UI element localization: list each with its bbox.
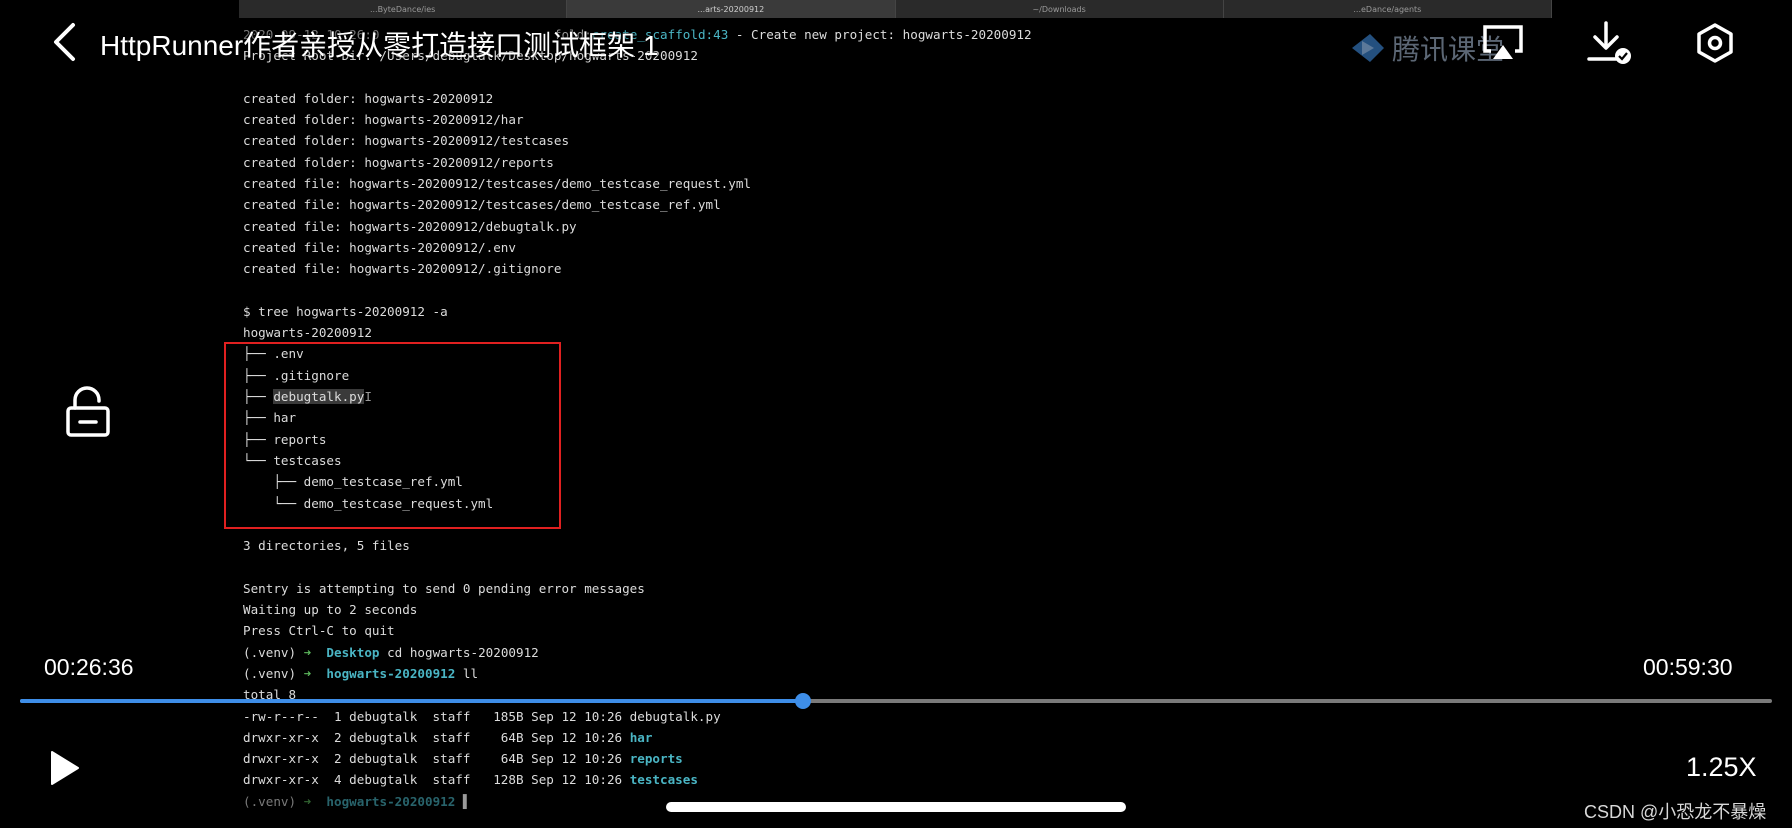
watermark: CSDN @小恐龙不暴燥 — [1584, 802, 1767, 822]
cast-button[interactable] — [1480, 20, 1526, 66]
brand-play-icon — [1352, 34, 1384, 62]
terminal-text: ➜ — [303, 644, 319, 660]
terminal-line: drwxr-xr-x 4 debugtalk staff 128B Sep 12… — [243, 769, 1443, 790]
settings-button[interactable] — [1692, 20, 1738, 66]
terminal-line: (.venv) ➜ Desktop cd hogwarts-20200912 — [243, 642, 1443, 663]
terminal-text: created file: hogwarts-20200912/debugtal… — [243, 218, 577, 234]
download-button[interactable] — [1586, 20, 1632, 66]
terminal-text: ll — [455, 665, 479, 681]
chevron-left-icon — [54, 23, 75, 61]
terminal-line: (.venv) ➜ hogwarts-20200912 ll — [243, 663, 1443, 684]
terminal-text: cd hogwarts-20200912 — [379, 644, 539, 660]
terminal-line: created file: hogwarts-20200912/.gitigno… — [243, 258, 1443, 279]
terminal-line: Sentry is attempting to send 0 pending e… — [243, 578, 1443, 599]
terminal-text: hogwarts-20200912 — [243, 325, 372, 341]
terminal-line: drwxr-xr-x 2 debugtalk staff 64B Sep 12 … — [243, 748, 1443, 769]
terminal-line: Waiting up to 2 seconds — [243, 599, 1443, 620]
play-icon — [51, 751, 79, 785]
terminal-text: Desktop — [318, 644, 380, 660]
terminal-text: drwxr-xr-x 4 debugtalk staff 128B Sep 12… — [243, 772, 630, 788]
progress-bar[interactable] — [20, 693, 1772, 709]
terminal-text: reports — [629, 751, 683, 767]
terminal-text: created file: hogwarts-20200912/testcase… — [243, 176, 751, 192]
player-top-bar: HttpRunner作者亲授从零打造接口测试框架 1 腾讯课堂 — [0, 0, 1792, 84]
terminal-text: drwxr-xr-x 2 debugtalk staff 64B Sep 12 … — [243, 729, 630, 745]
terminal-text: Waiting up to 2 seconds — [243, 602, 418, 618]
terminal-text: hogwarts-20200912 — [318, 665, 456, 681]
terminal-text: created file: hogwarts-20200912/.gitigno… — [243, 261, 562, 277]
terminal-line: -rw-r--r-- 1 debugtalk staff 185B Sep 12… — [243, 706, 1443, 727]
terminal-line: hogwarts-20200912 — [243, 322, 1443, 343]
terminal-line: 3 directories, 5 files — [243, 535, 1443, 556]
progress-fill — [20, 699, 804, 703]
terminal-line: created file: hogwarts-20200912/testcase… — [243, 194, 1443, 215]
terminal-text: created folder: hogwarts-20200912/report… — [243, 154, 554, 170]
playback-speed-button[interactable]: 1.25X — [1686, 752, 1757, 783]
current-time: 00:26:36 — [44, 654, 134, 680]
airplay-icon — [1483, 25, 1523, 59]
terminal-line: created folder: hogwarts-20200912/har — [243, 109, 1443, 130]
terminal-text: Sentry is attempting to send 0 pending e… — [243, 580, 645, 596]
terminal-text: created folder: hogwarts-20200912/testca… — [243, 133, 570, 149]
terminal-line: $ tree hogwarts-20200912 -a — [243, 301, 1443, 322]
home-indicator[interactable] — [666, 802, 1126, 812]
terminal-text: (.venv) — [243, 793, 304, 809]
download-icon — [1587, 21, 1631, 64]
terminal-text: ➜ — [303, 665, 319, 681]
terminal-text: created folder: hogwarts-20200912/har — [243, 112, 524, 128]
terminal-line: created file: hogwarts-20200912/debugtal… — [243, 216, 1443, 237]
terminal-line: created file: hogwarts-20200912/.env — [243, 237, 1443, 258]
terminal-line: Press Ctrl-C to quit — [243, 620, 1443, 641]
terminal-text: ▌ — [455, 793, 471, 809]
total-time: 00:59:30 — [1643, 654, 1733, 680]
terminal-text: $ tree hogwarts-20200912 -a — [243, 303, 448, 319]
highlight-box — [224, 342, 561, 529]
video-frame[interactable]: ...ByteDance/ies ...arts-20200912 ~/Down… — [0, 0, 1792, 828]
terminal-text: drwxr-xr-x 2 debugtalk staff 64B Sep 12 … — [243, 751, 630, 767]
back-button[interactable] — [44, 20, 84, 64]
terminal-text: -rw-r--r-- 1 debugtalk staff 185B Sep 12… — [243, 708, 721, 724]
terminal-text: created folder: hogwarts-20200912 — [243, 90, 494, 106]
terminal-text: Press Ctrl-C to quit — [243, 623, 395, 639]
terminal-text: ➜ — [303, 793, 319, 809]
terminal-text: 3 directories, 5 files — [243, 538, 410, 554]
terminal-text: har — [629, 729, 653, 745]
terminal-line: created file: hogwarts-20200912/testcase… — [243, 173, 1443, 194]
terminal-text: created file: hogwarts-20200912/.env — [243, 239, 516, 255]
terminal-line: drwxr-xr-x 2 debugtalk staff 64B Sep 12 … — [243, 727, 1443, 748]
terminal-text: (.venv) — [243, 644, 304, 660]
settings-icon — [1697, 23, 1733, 63]
terminal-text: hogwarts-20200912 — [318, 793, 456, 809]
play-button[interactable] — [46, 746, 84, 790]
unlock-icon — [66, 386, 110, 437]
screen-lock-button[interactable] — [62, 384, 114, 440]
terminal-line: created folder: hogwarts-20200912 — [243, 88, 1443, 109]
terminal-text: testcases — [629, 772, 698, 788]
terminal-line: created folder: hogwarts-20200912/report… — [243, 152, 1443, 173]
terminal-text: (.venv) — [243, 665, 304, 681]
terminal-line: created folder: hogwarts-20200912/testca… — [243, 130, 1443, 151]
terminal-text: created file: hogwarts-20200912/testcase… — [243, 197, 721, 213]
video-title: HttpRunner作者亲授从零打造接口测试框架 1 — [100, 30, 659, 61]
